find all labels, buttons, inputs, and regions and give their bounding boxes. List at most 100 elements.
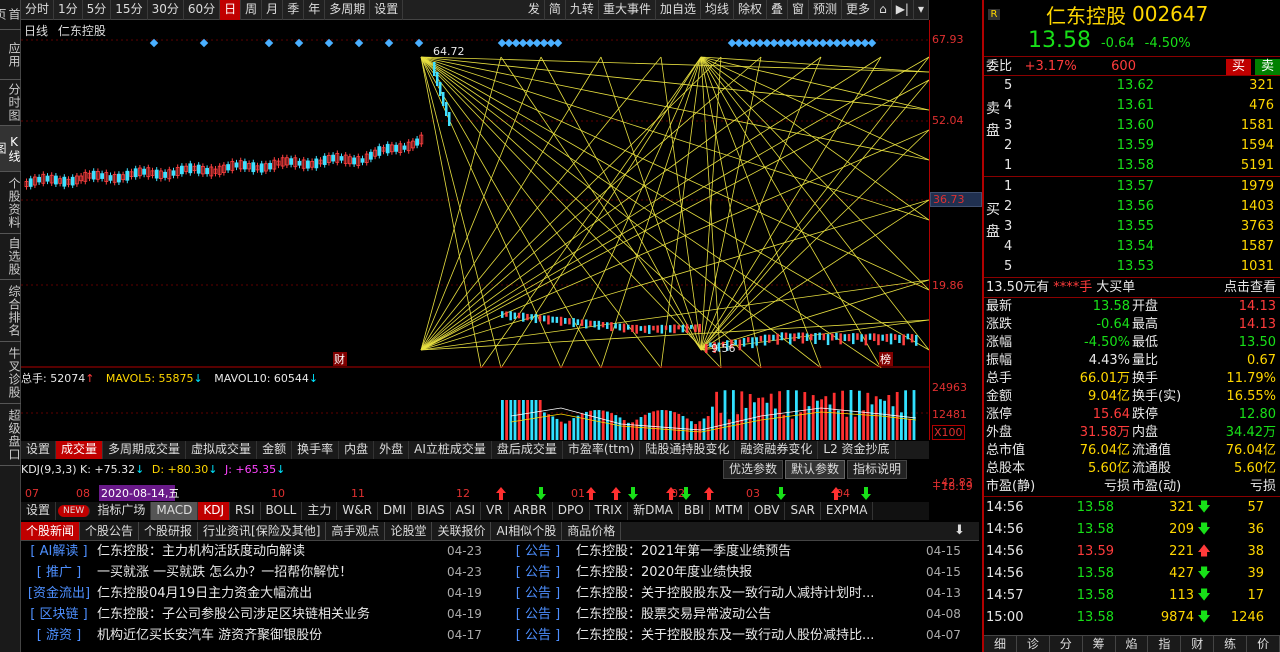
news-tab[interactable]: 个股研报	[139, 522, 199, 540]
indicator-tab[interactable]: MACD	[151, 502, 199, 520]
news-title[interactable]: 仁东控股04月19日主力资金大幅流出	[97, 583, 447, 604]
news-tag[interactable]: [ 推广 ]	[21, 562, 97, 583]
volume-indicator-tab[interactable]: AI立桩成交量	[409, 441, 492, 459]
volume-indicator-tab[interactable]: 设置	[21, 441, 57, 459]
news-tab[interactable]: 关联报价	[432, 522, 492, 540]
news-tag[interactable]: [ 公告 ]	[500, 562, 576, 583]
volume-indicator-tab[interactable]: 外盘	[374, 441, 410, 459]
toolbar-button[interactable]: 窗	[788, 0, 810, 20]
indicator-tab[interactable]: KDJ	[198, 502, 230, 520]
news-tag[interactable]: [ 公告 ]	[500, 583, 576, 604]
news-tag[interactable]: [ 公告 ]	[500, 604, 576, 625]
toolbar-button[interactable]: 九转	[566, 0, 599, 20]
left-nav-item[interactable]: 综合排名	[0, 280, 21, 342]
news-tab[interactable]: 高手观点	[326, 522, 386, 540]
left-nav-item[interactable]: 应用	[0, 30, 21, 80]
period-button[interactable]: 日	[220, 0, 242, 20]
left-nav-item[interactable]: K线图	[0, 126, 21, 172]
volume-indicator-tab[interactable]: 成交量	[56, 441, 104, 459]
period-button[interactable]: 年	[304, 0, 326, 20]
news-tag[interactable]: [资金流出]	[21, 583, 97, 604]
fullscreen-icon[interactable]: ▶|	[892, 0, 914, 20]
toolbar-button[interactable]: 发	[524, 0, 545, 20]
volume-indicator-tab[interactable]: 融资融券变化	[735, 441, 819, 459]
buy-button[interactable]: 买	[1225, 59, 1251, 75]
period-button[interactable]: 1分	[54, 0, 83, 20]
indicator-tab[interactable]: 指标广场	[92, 502, 152, 520]
toolbar-button[interactable]: 简	[545, 0, 566, 20]
news-tab[interactable]: AI相似个股	[491, 522, 563, 540]
period-button[interactable]: 多周期	[325, 0, 371, 20]
news-tag[interactable]: [ 公告 ]	[500, 541, 576, 562]
quote-bottom-tab[interactable]: 焰	[1116, 636, 1149, 652]
indicator-tab[interactable]: W&R	[337, 502, 378, 520]
left-nav-item[interactable]: 牛叉诊股	[0, 342, 21, 404]
news-item[interactable]: [资金流出] 仁东控股04月19日主力资金大幅流出 04-19	[21, 583, 500, 604]
indicator-tab[interactable]: BIAS	[412, 502, 451, 520]
default-params-button[interactable]: 默认参数	[785, 460, 846, 479]
news-item[interactable]: [ 游资 ] 机构近亿买长安汽车 游资齐聚御银股份 04-17	[21, 625, 500, 646]
news-title[interactable]: 仁东控股：主力机构活跃度动向解读	[97, 541, 447, 562]
indicator-tab[interactable]: MTM	[710, 502, 749, 520]
indicator-tab[interactable]: BOLL	[261, 502, 303, 520]
indicator-help-button[interactable]: 指标说明	[847, 460, 908, 479]
news-item[interactable]: [ 公告 ] 仁东控股：2020年度业绩快报 04-15	[500, 562, 979, 583]
volume-indicator-tab[interactable]: 内盘	[339, 441, 375, 459]
toolbar-button[interactable]: 重大事件	[599, 0, 656, 20]
news-item[interactable]: [ 公告 ] 仁东控股：关于控股股东及一致行动人减持计划时... 04-13	[500, 583, 979, 604]
indicator-tab[interactable]: 新DMA	[628, 502, 679, 520]
news-tag[interactable]: [ AI解读 ]	[21, 541, 97, 562]
period-button[interactable]: 5分	[83, 0, 112, 20]
toolbar-button[interactable]: 叠	[767, 0, 789, 20]
quote-bottom-tab[interactable]: 细	[984, 636, 1017, 652]
volume-indicator-tab[interactable]: 换手率	[292, 441, 340, 459]
volume-indicator-tab[interactable]: 虚拟成交量	[186, 441, 258, 459]
news-item[interactable]: [ 公告 ] 仁东控股：股票交易异常波动公告 04-08	[500, 604, 979, 625]
quote-bottom-tab[interactable]: 筹	[1083, 636, 1116, 652]
big-order-row[interactable]: 13.50元有 ****手 大买单 点击查看	[984, 278, 1280, 298]
toolbar-button[interactable]: 加自选	[656, 0, 701, 20]
quote-bottom-tab[interactable]: 分	[1050, 636, 1083, 652]
indicator-tab[interactable]: TRIX	[590, 502, 629, 520]
period-button[interactable]: 60分	[184, 0, 221, 20]
kline-chart[interactable]: 日线 仁东控股 64.72 9.56 财榜	[21, 20, 929, 368]
period-button[interactable]: 设置	[370, 0, 404, 20]
news-tab[interactable]: 个股新闻	[21, 522, 81, 540]
news-tab[interactable]: 行业资讯[保险及其他]	[198, 522, 327, 540]
indicator-tab[interactable]: SAR	[785, 502, 821, 520]
period-button[interactable]: 分时	[21, 0, 55, 20]
left-nav-item[interactable]: 自选股	[0, 234, 21, 280]
indicator-tab[interactable]: VR	[481, 502, 509, 520]
indicator-tab[interactable]: DPO	[553, 502, 590, 520]
quote-bottom-tab[interactable]: 练	[1214, 636, 1248, 652]
volume-indicator-tab[interactable]: 盘后成交量	[492, 441, 563, 459]
news-title[interactable]: 仁东控股：2020年度业绩快报	[576, 562, 926, 583]
period-button[interactable]: 15分	[111, 0, 148, 20]
news-title[interactable]: 一买就涨 一买就跌 怎么办？一招帮你解忧！	[97, 562, 447, 583]
news-title[interactable]: 仁东控股：关于控股股东及一致行动人减持计划时...	[576, 583, 926, 604]
big-order-link[interactable]: 点击查看	[1224, 278, 1280, 297]
volume-indicator-tab[interactable]: 金额	[257, 441, 293, 459]
quote-bottom-tab[interactable]: 价	[1247, 636, 1280, 652]
indicator-tab[interactable]: DMI	[378, 502, 413, 520]
news-title[interactable]: 仁东控股：子公司参股公司涉足区块链相关业务	[97, 604, 447, 625]
indicator-tab[interactable]: ASI	[451, 502, 482, 520]
left-nav-item[interactable]: 首页	[0, 0, 21, 30]
download-icon[interactable]: ⬇	[954, 523, 970, 539]
news-title[interactable]: 仁东控股：股票交易异常波动公告	[576, 604, 926, 625]
toolbar-button[interactable]: 均线	[701, 0, 734, 20]
news-item[interactable]: [ 公告 ] 仁东控股：关于控股股东及一致行动人股份减持比... 04-07	[500, 625, 979, 646]
news-tag[interactable]: [ 区块链 ]	[21, 604, 97, 625]
quote-bottom-tab[interactable]: 指	[1148, 636, 1182, 652]
news-item[interactable]: [ 区块链 ] 仁东控股：子公司参股公司涉足区块链相关业务 04-19	[21, 604, 500, 625]
news-item[interactable]: [ 公告 ] 仁东控股：2021年第一季度业绩预告 04-15	[500, 541, 979, 562]
toolbar-button[interactable]: 除权	[734, 0, 767, 20]
news-tab[interactable]: 论股堂	[385, 522, 433, 540]
news-tab[interactable]: 商品价格	[562, 522, 622, 540]
news-title[interactable]: 仁东控股：关于控股股东及一致行动人股份减持比...	[576, 625, 926, 646]
indicator-tab[interactable]: 设置	[21, 502, 57, 520]
indicator-tab[interactable]: ARBR	[509, 502, 553, 520]
lock-icon[interactable]: ⌂	[875, 0, 892, 20]
left-nav-item[interactable]: 个股资料	[0, 172, 21, 234]
left-nav-item[interactable]: 超级盘口	[0, 404, 21, 466]
